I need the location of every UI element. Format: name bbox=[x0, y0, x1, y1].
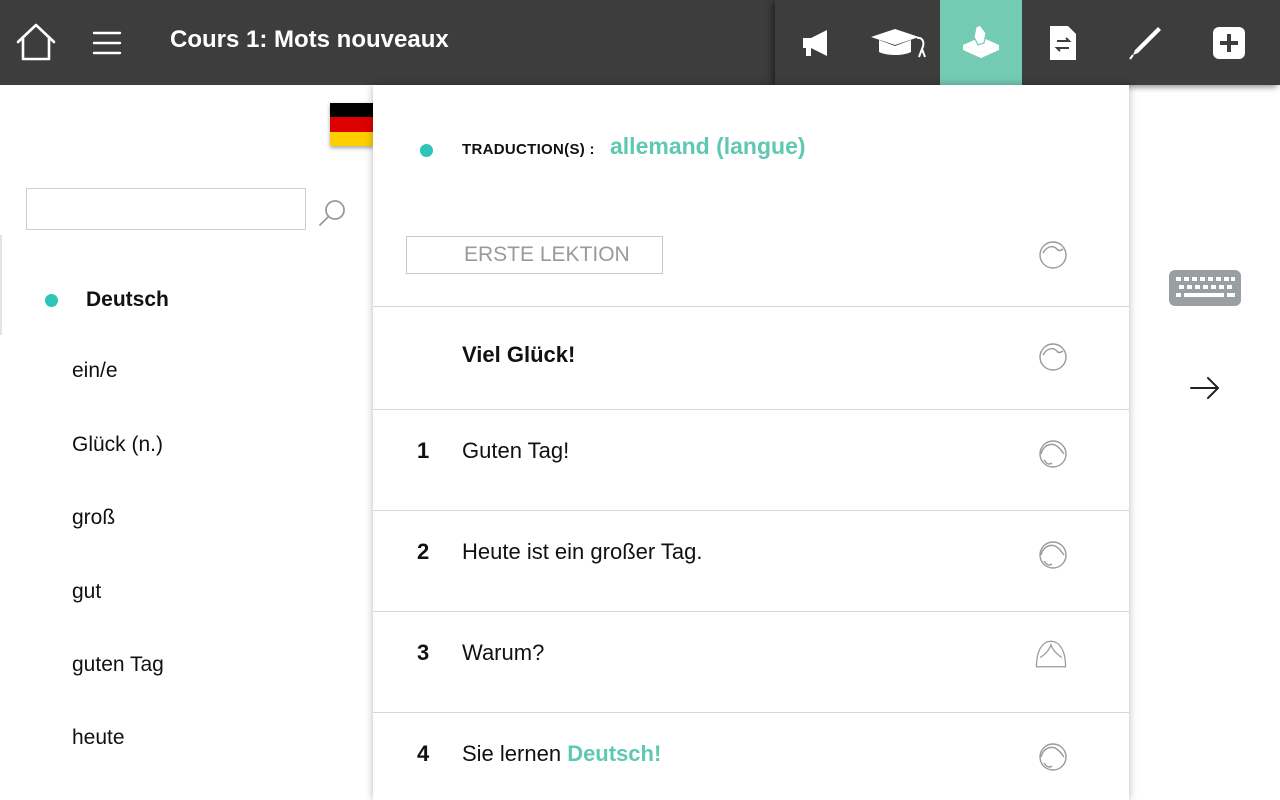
sentence-number: 4 bbox=[417, 741, 430, 766]
graduation-button[interactable] bbox=[858, 0, 940, 85]
active-word-indicator bbox=[45, 294, 58, 307]
lesson-row[interactable]: 1 Guten Tag! bbox=[373, 409, 1129, 510]
hamburger-menu-icon[interactable] bbox=[90, 26, 124, 60]
face-icon[interactable] bbox=[1033, 737, 1073, 777]
sentence-text: Guten Tag! bbox=[462, 438, 570, 463]
add-button[interactable] bbox=[1186, 0, 1272, 85]
word-item[interactable]: Deutsch bbox=[86, 288, 169, 312]
page-title: Cours 1: Mots nouveaux bbox=[170, 26, 449, 53]
graduation-cap-icon bbox=[871, 28, 926, 57]
face-icon[interactable] bbox=[1033, 535, 1073, 575]
sentence-number: 3 bbox=[417, 640, 430, 665]
toolbar bbox=[775, 0, 1280, 85]
vocabulary-button[interactable] bbox=[940, 0, 1022, 85]
word-item[interactable]: Glück (n.) bbox=[72, 433, 163, 457]
word-item[interactable]: gut bbox=[72, 580, 101, 604]
german-flag-icon[interactable] bbox=[330, 103, 374, 146]
sentence-text: Heute ist ein großer Tag. bbox=[462, 539, 703, 564]
home-icon[interactable] bbox=[14, 20, 58, 64]
edge-divider bbox=[0, 235, 2, 335]
lesson-row[interactable]: 4 Sie lernen Deutsch! bbox=[373, 712, 1129, 800]
megaphone-button[interactable] bbox=[775, 0, 858, 85]
sentence-number: 2 bbox=[417, 539, 430, 564]
face-icon[interactable] bbox=[1033, 434, 1073, 474]
document-swap-icon bbox=[1050, 25, 1076, 60]
lesson-row-heading[interactable]: Viel Glück! bbox=[373, 306, 1129, 409]
highlighted-word[interactable]: Deutsch! bbox=[567, 741, 661, 766]
lesson-row[interactable]: 3 Warum? bbox=[373, 611, 1129, 712]
word-item[interactable]: groß bbox=[72, 506, 115, 530]
translation-value[interactable]: allemand (langue) bbox=[610, 133, 806, 160]
pencil-icon bbox=[1129, 26, 1161, 60]
search-icon[interactable] bbox=[316, 197, 348, 229]
word-item[interactable]: heute bbox=[72, 726, 125, 750]
sentence-text: Sie lernen Deutsch! bbox=[462, 741, 662, 766]
arrow-right-icon[interactable] bbox=[1188, 372, 1222, 404]
sentence-number: 1 bbox=[417, 438, 430, 463]
sentence-text: Warum? bbox=[462, 640, 545, 665]
face-icon[interactable] bbox=[1031, 634, 1071, 674]
top-bar: Cours 1: Mots nouveaux bbox=[0, 0, 1280, 85]
lesson-heading: Viel Glück! bbox=[462, 342, 576, 367]
document-button[interactable] bbox=[1022, 0, 1104, 85]
hand-box-icon bbox=[963, 23, 999, 58]
lesson-title[interactable]: ERSTE LEKTION bbox=[406, 236, 663, 274]
megaphone-icon bbox=[802, 29, 827, 56]
word-item[interactable]: ein/e bbox=[72, 359, 118, 383]
translation-label: TRADUCTION(S) : bbox=[462, 141, 595, 158]
word-item[interactable]: guten Tag bbox=[72, 653, 164, 677]
face-icon[interactable] bbox=[1033, 337, 1073, 377]
lesson-card: TRADUCTION(S) : allemand (langue) ERSTE … bbox=[373, 85, 1129, 800]
pencil-button[interactable] bbox=[1104, 0, 1186, 85]
lesson-row[interactable]: 2 Heute ist ein großer Tag. bbox=[373, 510, 1129, 611]
plus-icon bbox=[1213, 26, 1245, 59]
face-icon[interactable] bbox=[1033, 235, 1073, 275]
keyboard-icon[interactable] bbox=[1168, 269, 1242, 307]
search-input[interactable] bbox=[26, 188, 306, 230]
translation-indicator bbox=[420, 144, 433, 157]
